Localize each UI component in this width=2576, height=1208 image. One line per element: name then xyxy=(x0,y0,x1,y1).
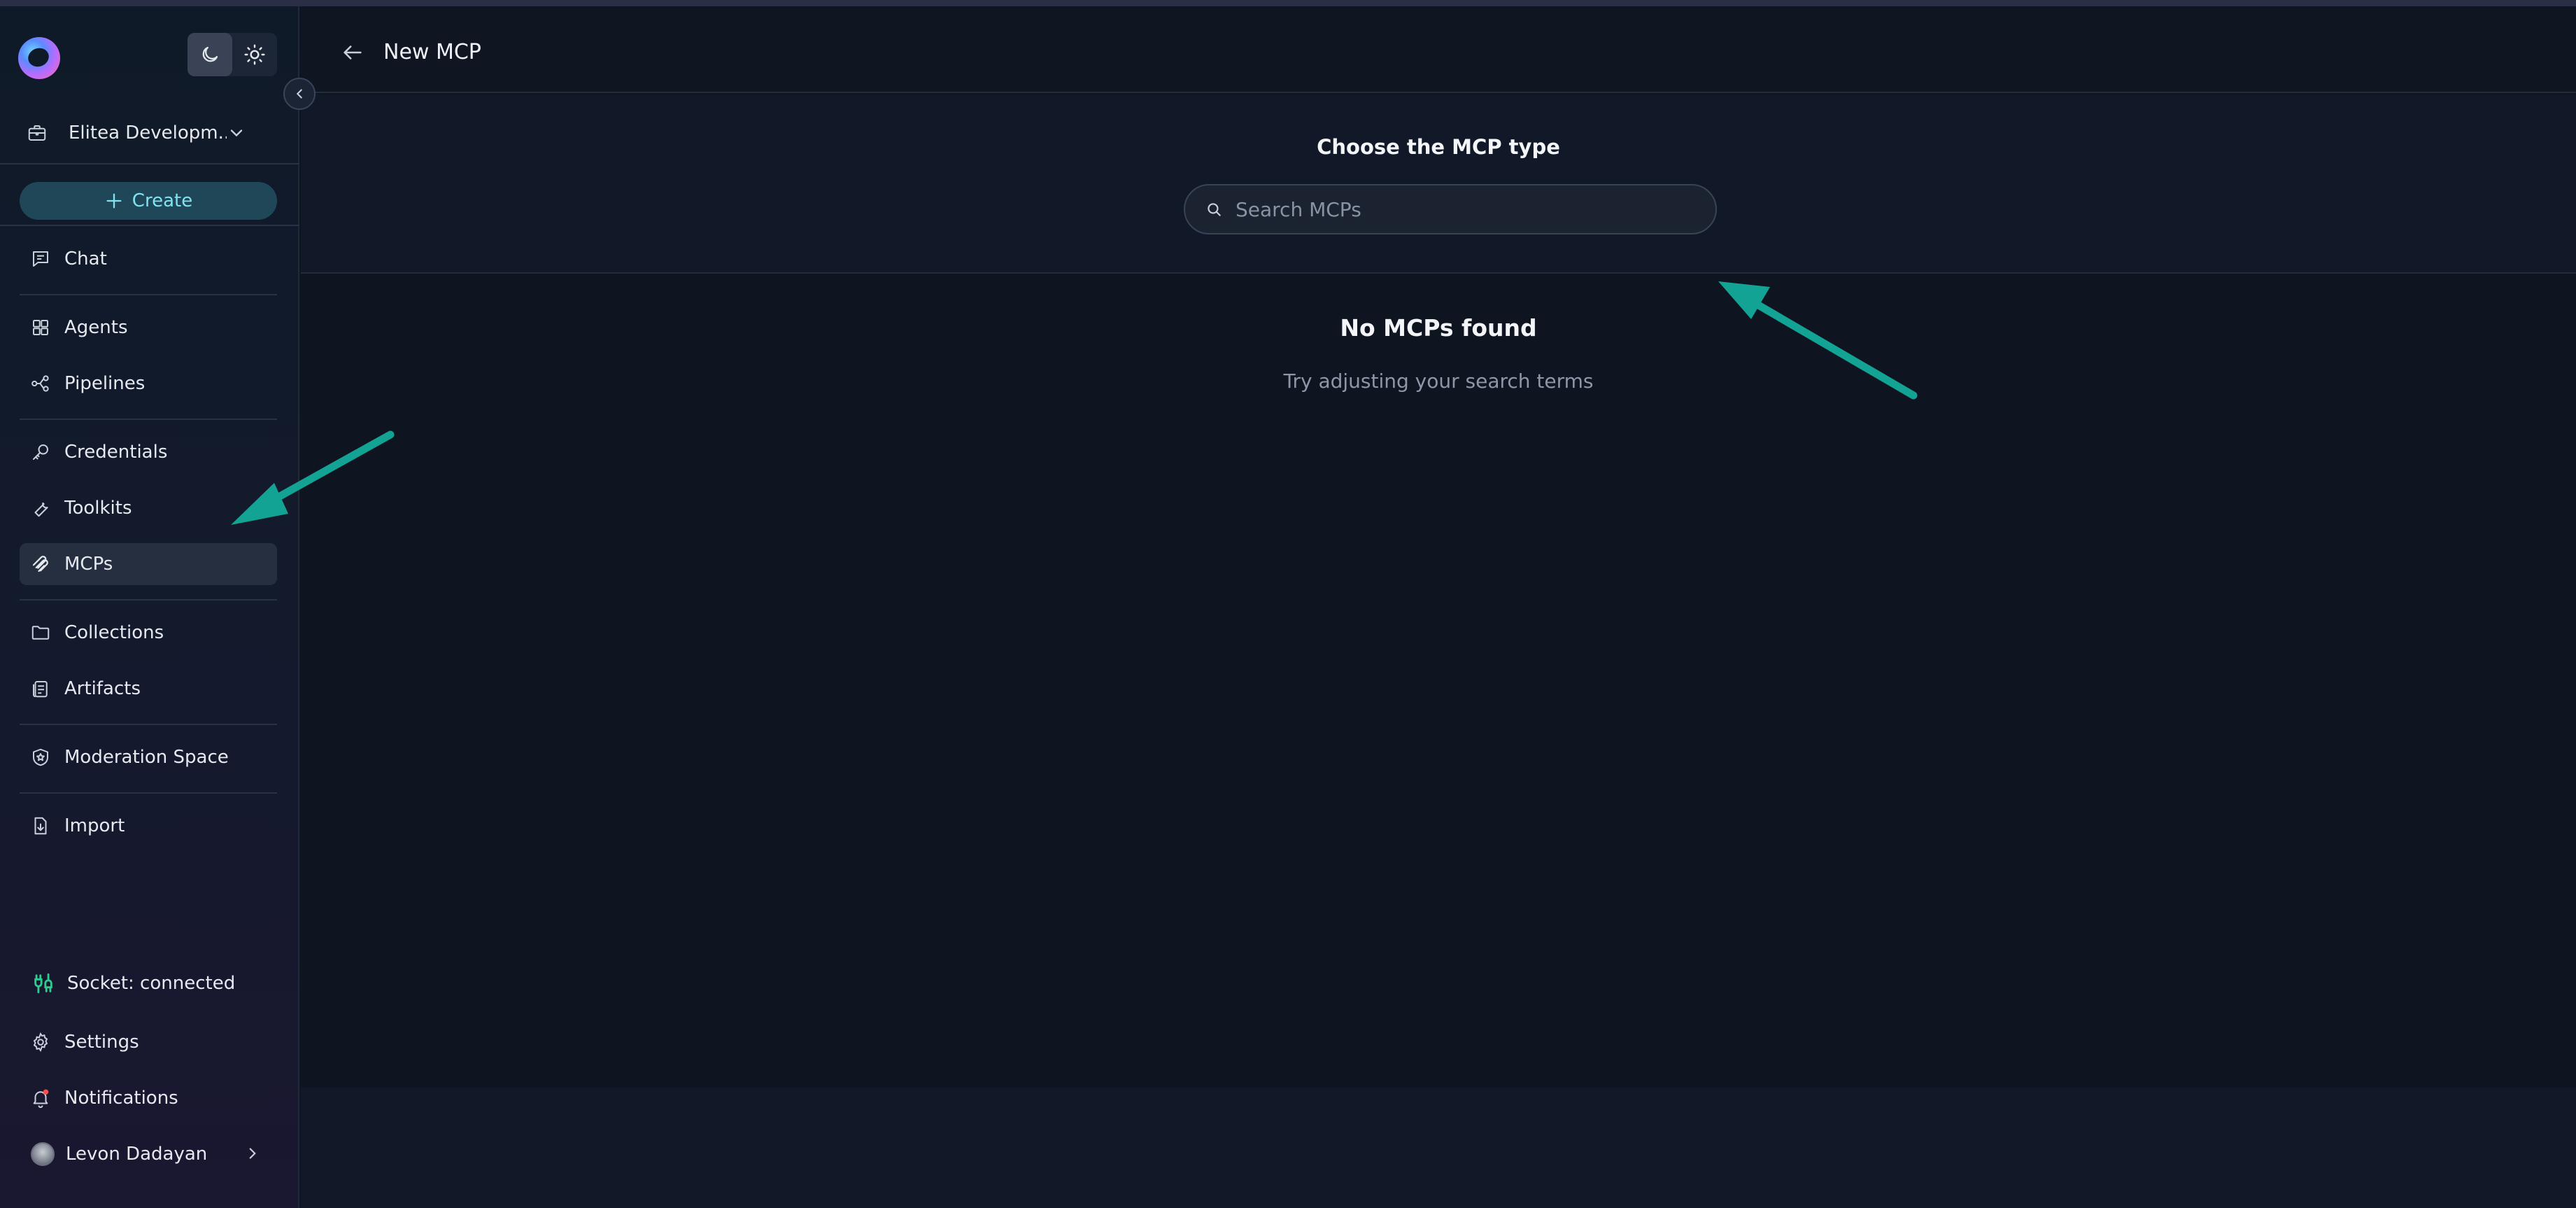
sidebar-item-agents[interactable]: Agents xyxy=(20,307,277,349)
divider xyxy=(0,225,299,226)
sidebar-item-label: MCPs xyxy=(64,554,113,575)
sidebar-item-toolkits[interactable]: Toolkits xyxy=(20,487,277,529)
briefcase-icon xyxy=(28,125,46,141)
divider xyxy=(0,163,299,164)
sidebar-item-moderation-space[interactable]: Moderation Space xyxy=(20,736,277,778)
back-button[interactable] xyxy=(339,38,367,66)
key-icon xyxy=(29,441,52,463)
mcp-type-heading: Choose the MCP type xyxy=(1317,135,1560,159)
search-input[interactable] xyxy=(1236,192,1697,227)
sidebar-item-label: Chat xyxy=(64,248,107,269)
chevron-left-icon xyxy=(296,89,302,99)
sidebar-item-artifacts[interactable]: Artifacts xyxy=(20,668,277,710)
divider xyxy=(20,419,277,420)
sidebar-item-label: Credentials xyxy=(64,442,168,463)
sidebar-item-label: Pipelines xyxy=(64,373,146,394)
shield-star-icon xyxy=(29,746,52,768)
sidebar-item-label: Import xyxy=(64,815,125,836)
sidebar-item-label: Settings xyxy=(64,1032,139,1053)
main-content: New MCP Choose the MCP type No MCPs foun… xyxy=(301,6,2576,1208)
gear-icon xyxy=(29,1031,52,1053)
sidebar-item-label: Toolkits xyxy=(64,498,132,519)
sidebar-item-label: Collections xyxy=(64,622,164,643)
divider xyxy=(20,724,277,725)
light-theme-button[interactable] xyxy=(232,33,277,76)
socket-connected-icon xyxy=(29,969,57,997)
empty-state: No MCPs found Try adjusting your search … xyxy=(301,314,2576,393)
app-root: Elitea Developm... Create Chat Agents Pi… xyxy=(0,0,2576,1208)
chevron-down-icon xyxy=(230,129,243,137)
sidebar-item-label: Notifications xyxy=(64,1088,178,1109)
wrench-icon xyxy=(29,497,52,519)
window-top-bar xyxy=(0,0,2576,6)
sun-icon xyxy=(244,44,265,65)
sidebar-item-settings[interactable]: Settings xyxy=(20,1021,277,1063)
import-icon xyxy=(29,815,52,837)
sidebar-item-pipelines[interactable]: Pipelines xyxy=(20,363,277,405)
grid-icon xyxy=(29,316,52,339)
moon-icon xyxy=(202,46,218,62)
dark-theme-button[interactable] xyxy=(187,33,232,76)
sidebar-item-label: Artifacts xyxy=(64,678,141,699)
sidebar-item-credentials[interactable]: Credentials xyxy=(20,431,277,473)
divider xyxy=(20,294,277,295)
create-button[interactable]: Create xyxy=(20,182,277,220)
sidebar-item-notifications[interactable]: Notifications xyxy=(20,1077,277,1119)
user-profile-menu[interactable]: Levon Dadayan xyxy=(20,1133,277,1175)
sidebar-item-import[interactable]: Import xyxy=(20,805,277,847)
sidebar: Elitea Developm... Create Chat Agents Pi… xyxy=(0,6,299,1208)
empty-state-title: No MCPs found xyxy=(1340,314,1537,342)
collapse-sidebar-button[interactable] xyxy=(283,78,316,110)
app-logo[interactable] xyxy=(18,37,60,79)
folder-icon xyxy=(29,621,52,644)
empty-state-subtitle: Try adjusting your search terms xyxy=(1283,370,1594,393)
arrow-left-icon xyxy=(344,45,362,59)
create-button-label: Create xyxy=(132,190,193,211)
mcp-type-panel: Choose the MCP type xyxy=(301,94,2576,274)
mcp-icon xyxy=(29,553,52,575)
divider xyxy=(20,792,277,794)
project-name: Elitea Developm... xyxy=(69,122,227,143)
divider xyxy=(20,599,277,601)
socket-status-label: Socket: connected xyxy=(67,973,236,994)
sidebar-item-label: Moderation Space xyxy=(64,747,229,768)
chat-icon xyxy=(29,248,52,270)
plus-icon xyxy=(106,193,122,209)
search-box[interactable] xyxy=(1184,184,1717,234)
artifact-icon xyxy=(29,677,52,700)
sidebar-item-chat[interactable]: Chat xyxy=(20,238,277,280)
bell-icon xyxy=(29,1087,52,1109)
pipeline-icon xyxy=(29,372,52,395)
footer-area xyxy=(301,1088,2576,1208)
page-title: New MCP xyxy=(383,40,481,64)
socket-status: Socket: connected xyxy=(20,962,277,1004)
avatar xyxy=(31,1142,55,1166)
user-name: Levon Dadayan xyxy=(66,1144,208,1165)
page-header: New MCP xyxy=(301,6,2576,93)
theme-toggle xyxy=(187,33,277,76)
project-selector[interactable]: Elitea Developm... xyxy=(27,115,271,150)
chevron-right-icon xyxy=(249,1148,256,1159)
sidebar-item-label: Agents xyxy=(64,317,128,338)
search-icon xyxy=(1208,203,1221,216)
sidebar-item-collections[interactable]: Collections xyxy=(20,612,277,654)
sidebar-item-mcps[interactable]: MCPs xyxy=(20,543,277,585)
